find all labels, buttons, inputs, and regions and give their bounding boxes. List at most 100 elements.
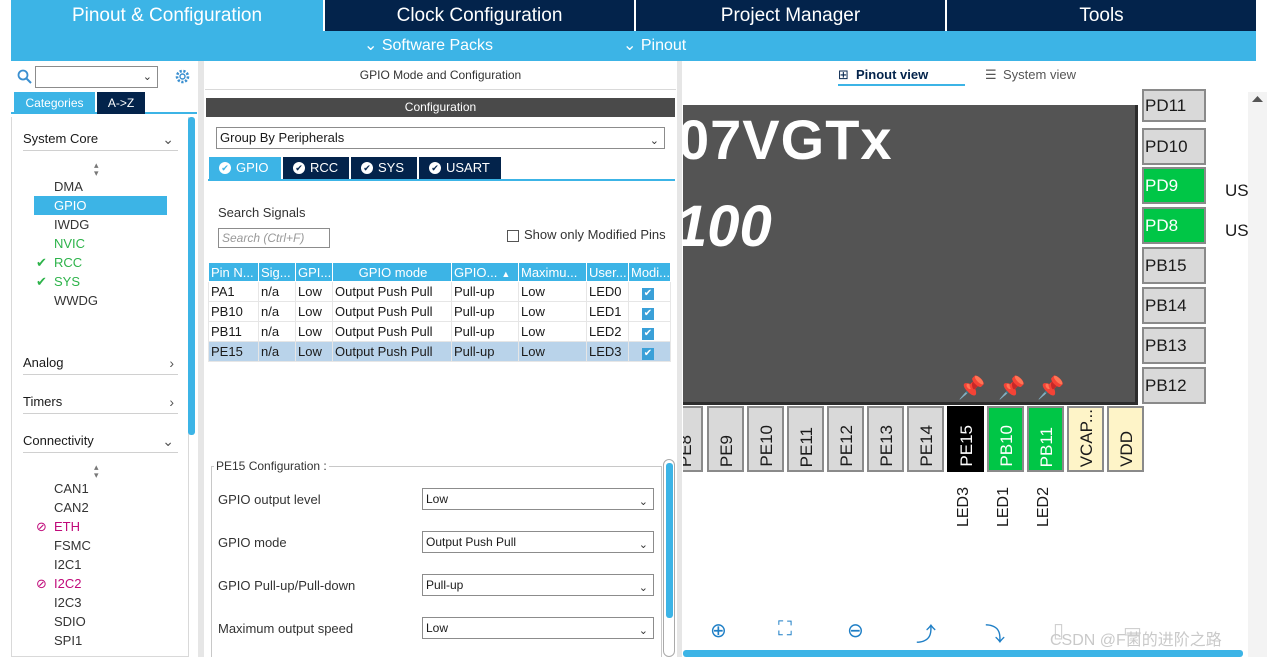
pin-pb15[interactable]: PB15	[1142, 247, 1206, 284]
item-sdio[interactable]: SDIO	[34, 612, 167, 631]
software-packs-menu[interactable]: ⌄ Software Packs	[364, 31, 493, 61]
item-fsmc[interactable]: FSMC	[34, 536, 167, 555]
item-spi1[interactable]: SPI1	[34, 631, 167, 650]
search-icon[interactable]	[17, 69, 32, 84]
item-can1[interactable]: CAN1	[34, 479, 167, 498]
pin-pb10[interactable]: PB10	[987, 406, 1024, 472]
item-eth-label: ETH	[54, 519, 80, 534]
tab-tools[interactable]: Tools	[947, 0, 1256, 31]
modified-checkbox[interactable]: ✔	[642, 347, 654, 360]
modified-checkbox[interactable]: ✔	[642, 287, 654, 300]
col-pin-name[interactable]: Pin N...	[208, 262, 259, 282]
item-can2[interactable]: CAN2	[34, 498, 167, 517]
tab-pinout-view-label: Pinout view	[856, 67, 929, 82]
modified-checkbox[interactable]: ✔	[642, 307, 654, 320]
gear-icon[interactable]	[174, 68, 191, 85]
pin-pe15[interactable]: PE15	[947, 406, 984, 472]
gpio-pull-select[interactable]: Pull-up ⌄	[422, 574, 654, 596]
item-gpio[interactable]: GPIO	[34, 196, 167, 215]
mcu-chip[interactable]: 07VGTx 100	[683, 105, 1138, 405]
gpio-config-panel: GPIO Mode and Configuration Configuratio…	[205, 61, 676, 657]
gpio-output-level-label: GPIO output level	[218, 492, 321, 507]
pin-pd9[interactable]: PD9	[1142, 167, 1206, 204]
gpio-mode-select[interactable]: Output Push Pull ⌄	[422, 531, 654, 553]
pin-vcap[interactable]: VCAP...	[1067, 406, 1104, 472]
tab-sys[interactable]: ✔ SYS	[351, 157, 417, 179]
zoom-in-icon[interactable]: ⊕	[710, 618, 727, 643]
tab-gpio[interactable]: ✔ GPIO	[209, 157, 281, 179]
splitter-left[interactable]	[198, 61, 204, 657]
pinout-menu[interactable]: ⌄ Pinout	[623, 31, 686, 61]
pin-pb12[interactable]: PB12	[1142, 367, 1206, 404]
horizontal-scrollbar[interactable]	[683, 650, 1243, 657]
table-row[interactable]: PB11 n/a Low Output Push Pull Pull-up Lo…	[208, 321, 672, 342]
pin-pe9[interactable]: PE9	[707, 406, 744, 472]
splitter-right[interactable]	[677, 61, 682, 657]
fit-screen-icon[interactable]: ⛶	[778, 618, 792, 641]
item-eth[interactable]: ⊘ ETH	[34, 517, 167, 536]
col-modified[interactable]: Modi...	[627, 262, 672, 282]
col-gpio-pull[interactable]: GPIO... ▲	[451, 262, 519, 282]
tab-project-manager[interactable]: Project Manager	[636, 0, 945, 31]
table-row-selected[interactable]: PE15 n/a Low Output Push Pull Pull-up Lo…	[208, 341, 672, 362]
pin-pe10[interactable]: PE10	[747, 406, 784, 472]
pin-pb13[interactable]: PB13	[1142, 327, 1206, 364]
group-connectivity[interactable]: Connectivity ⌄	[23, 429, 178, 453]
col-gpio-mode[interactable]: GPIO mode	[332, 262, 452, 282]
col-user-label[interactable]: User...	[586, 262, 629, 282]
modified-checkbox[interactable]: ✔	[642, 327, 654, 340]
group-by-select[interactable]: Group By Peripherals ⌄	[216, 127, 665, 149]
group-system-core[interactable]: System Core ⌄	[23, 127, 178, 151]
tab-a-z[interactable]: A->Z	[97, 92, 145, 114]
pin-pd10[interactable]: PD10	[1142, 128, 1206, 165]
category-search-combo[interactable]: ⌄	[35, 66, 158, 88]
config-scrollbar[interactable]	[666, 463, 673, 618]
rotate-right-icon[interactable]: ⤴	[916, 618, 936, 647]
col-max-speed[interactable]: Maximu...	[518, 262, 587, 282]
tab-clock-configuration[interactable]: Clock Configuration	[325, 0, 634, 31]
show-modified-checkbox[interactable]	[507, 230, 519, 242]
pin-pd8[interactable]: PD8	[1142, 207, 1206, 244]
pin-pe8[interactable]: PE8	[683, 406, 703, 472]
table-row[interactable]: PA1 n/a Low Output Push Pull Pull-up Low…	[208, 281, 672, 302]
tab-system-view[interactable]: ☰ System view	[985, 66, 1095, 86]
pin-pe13[interactable]: PE13	[867, 406, 904, 472]
table-row[interactable]: PB10 n/a Low Output Push Pull Pull-up Lo…	[208, 301, 672, 322]
item-i2c2[interactable]: ⊘ I2C2	[34, 574, 167, 593]
pin-vdd[interactable]: VDD	[1107, 406, 1144, 472]
rotate-left-icon[interactable]: ⤵	[985, 618, 1005, 647]
item-i2c1[interactable]: I2C1	[34, 555, 167, 574]
sort-icon[interactable]: ▴ ▾	[94, 463, 99, 480]
item-rcc[interactable]: ✔ RCC	[34, 253, 167, 272]
tab-usart[interactable]: ✔ USART	[419, 157, 501, 179]
left-scrollbar[interactable]	[188, 117, 195, 435]
pin-pe12[interactable]: PE12	[827, 406, 864, 472]
pinout-menu-label: Pinout	[640, 37, 687, 54]
item-iwdg[interactable]: IWDG	[34, 215, 167, 234]
gpio-output-level-select[interactable]: Low ⌄	[422, 488, 654, 510]
zoom-out-icon[interactable]: ⊖	[847, 618, 864, 643]
tab-rcc[interactable]: ✔ RCC	[283, 157, 349, 179]
right-scrollbar[interactable]	[1248, 92, 1267, 657]
item-i2c3[interactable]: I2C3	[34, 593, 167, 612]
pin-pb14[interactable]: PB14	[1142, 287, 1206, 324]
col-signal[interactable]: Sig...	[258, 262, 296, 282]
pin-pe11[interactable]: PE11	[787, 406, 824, 472]
sort-icon[interactable]: ▴ ▾	[94, 161, 99, 178]
item-sys[interactable]: ✔ SYS	[34, 272, 167, 291]
max-output-speed-select[interactable]: Low ⌄	[422, 617, 654, 639]
item-dma[interactable]: DMA	[34, 177, 167, 196]
group-analog[interactable]: Analog ›	[23, 351, 178, 375]
item-nvic[interactable]: NVIC	[34, 234, 167, 253]
tab-pinout-configuration[interactable]: Pinout & Configuration	[11, 0, 323, 31]
tab-pinout-view[interactable]: ⊞ Pinout view	[838, 66, 965, 86]
search-signals-input[interactable]: Search (Ctrl+F)	[218, 228, 330, 248]
col-gpio-output-level[interactable]: GPI...	[295, 262, 333, 282]
item-wwdg[interactable]: WWDG	[34, 291, 167, 310]
pin-pe14[interactable]: PE14	[907, 406, 944, 472]
group-timers[interactable]: Timers ›	[23, 390, 178, 414]
pe15-configuration-title: PE15 Configuration :	[214, 459, 329, 473]
tab-categories[interactable]: Categories	[14, 92, 95, 114]
pin-pd11[interactable]: PD11	[1142, 89, 1206, 122]
pin-pb11[interactable]: PB11	[1027, 406, 1064, 472]
